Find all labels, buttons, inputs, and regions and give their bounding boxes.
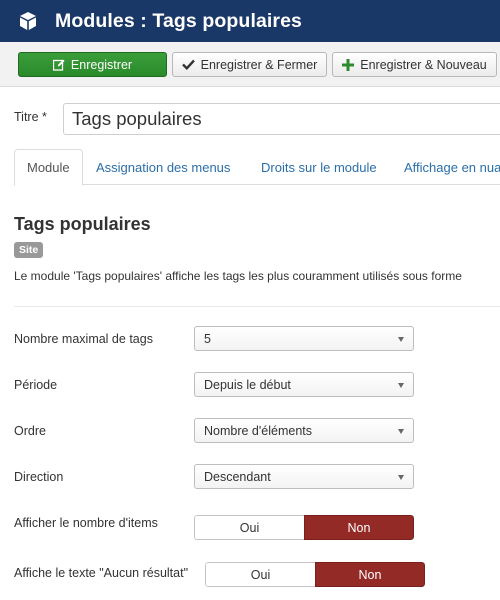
caret-down-icon — [398, 337, 404, 342]
order-value: Nombre d'éléments — [204, 423, 312, 438]
period-value: Depuis le début — [204, 377, 291, 392]
tab-module-permissions[interactable]: Droits sur le module — [249, 149, 389, 185]
plus-icon — [342, 58, 355, 71]
max-tags-value: 5 — [204, 331, 211, 346]
caret-down-icon — [398, 429, 404, 434]
cube-icon — [18, 11, 38, 31]
save-new-button-label: Enregistrer & Nouveau — [360, 57, 487, 72]
check-icon — [181, 59, 195, 70]
page-title: Modules : Tags populaires — [55, 9, 303, 32]
save-button[interactable]: Enregistrer — [18, 52, 167, 77]
caret-down-icon — [398, 475, 404, 480]
save-new-button[interactable]: Enregistrer & Nouveau — [332, 52, 497, 77]
site-badge: Site — [14, 242, 44, 258]
show-count-no[interactable]: Non — [304, 515, 414, 540]
max-tags-label: Nombre maximal de tags — [14, 332, 153, 346]
order-select[interactable]: Nombre d'éléments — [194, 418, 414, 443]
order-label: Ordre — [14, 424, 46, 438]
tab-menu-assignment[interactable]: Assignation des menus — [84, 149, 242, 185]
direction-select[interactable]: Descendant — [194, 464, 414, 489]
toolbar: Enregistrer Enregistrer & Fermer Enregis… — [0, 42, 500, 87]
app-header: Modules : Tags populaires — [0, 0, 500, 42]
tab-bar: Module Assignation des menus Droits sur … — [14, 149, 500, 186]
no-results-text-yes[interactable]: Oui — [205, 562, 315, 587]
title-input[interactable]: Tags populaires — [63, 103, 500, 135]
divider — [14, 306, 500, 307]
tab-module[interactable]: Module — [14, 149, 83, 186]
save-close-button[interactable]: Enregistrer & Fermer — [172, 52, 327, 77]
period-select[interactable]: Depuis le début — [194, 372, 414, 397]
tab-cloud-display[interactable]: Affichage en nuage — [392, 149, 500, 185]
save-button-label: Enregistrer — [70, 57, 133, 72]
module-heading: Tags populaires — [14, 214, 151, 234]
title-label: Titre * — [14, 110, 47, 124]
show-count-toggle: Oui Non — [194, 515, 414, 540]
direction-value: Descendant — [204, 469, 271, 484]
no-results-text-no[interactable]: Non — [315, 562, 425, 587]
no-results-text-toggle: Oui Non — [205, 562, 425, 587]
save-close-button-label: Enregistrer & Fermer — [200, 57, 318, 72]
module-description: Le module 'Tags populaires' affiche les … — [14, 269, 462, 283]
edit-icon — [52, 59, 65, 71]
show-count-yes[interactable]: Oui — [194, 515, 304, 540]
direction-label: Direction — [14, 470, 64, 484]
show-count-label: Afficher le nombre d'items — [14, 516, 158, 530]
max-tags-select[interactable]: 5 — [194, 326, 414, 351]
no-results-text-label: Affiche le texte "Aucun résultat" — [14, 566, 189, 580]
period-label: Période — [14, 378, 58, 392]
caret-down-icon — [398, 383, 404, 388]
